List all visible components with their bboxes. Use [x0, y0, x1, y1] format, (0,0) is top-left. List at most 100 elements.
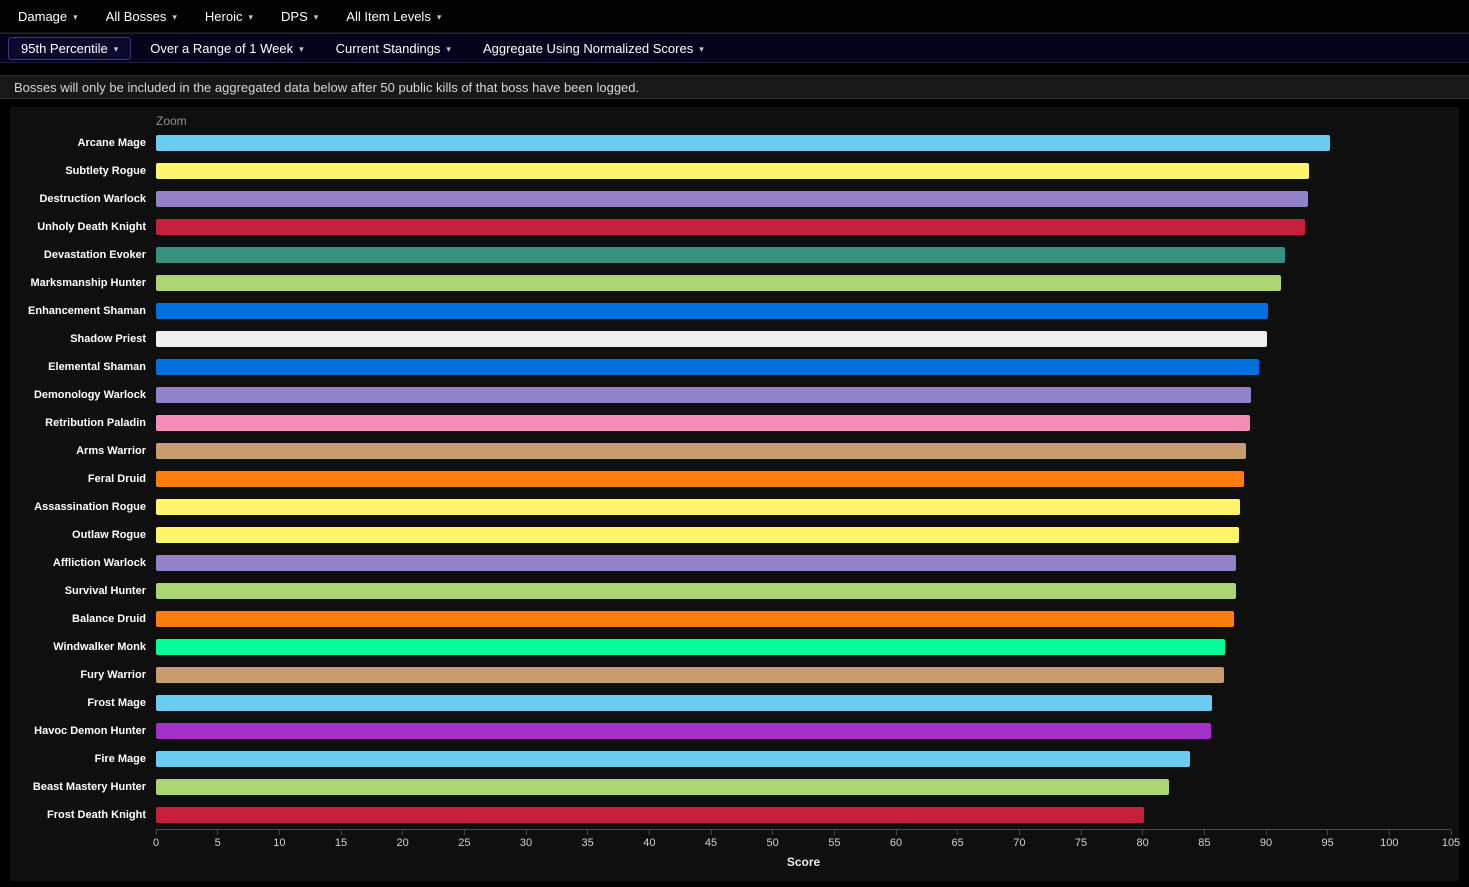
bar[interactable]	[156, 331, 1267, 347]
axis-tick: 65	[952, 830, 964, 849]
chart-row: Subtlety Rogue	[10, 157, 1459, 185]
bar[interactable]	[156, 779, 1169, 795]
tick-label: 5	[215, 837, 221, 849]
bar[interactable]	[156, 527, 1239, 543]
tick-mark	[1450, 830, 1451, 835]
tick-label: 85	[1198, 837, 1210, 849]
category-label: Frost Death Knight	[10, 809, 156, 821]
tick-mark	[464, 830, 465, 835]
tick-mark	[156, 830, 157, 835]
category-label: Survival Hunter	[10, 585, 156, 597]
bar-chart: Arcane MageSubtlety RogueDestruction War…	[10, 129, 1459, 829]
bar-track	[156, 163, 1451, 179]
menu-dps[interactable]: DPS▾	[267, 0, 332, 32]
bar[interactable]	[156, 275, 1281, 291]
tick-label: 15	[335, 837, 347, 849]
tick-mark	[526, 830, 527, 835]
category-label: Arms Warrior	[10, 445, 156, 457]
chart-row: Devastation Evoker	[10, 241, 1459, 269]
tick-mark	[772, 830, 773, 835]
category-label: Fire Mage	[10, 753, 156, 765]
caret-down-icon: ▾	[446, 43, 451, 54]
menu-all-item-levels-label: All Item Levels	[346, 9, 431, 24]
filter-aggregation-label: Aggregate Using Normalized Scores	[483, 41, 693, 56]
filter-time-range[interactable]: Over a Range of 1 Week▾	[137, 37, 316, 60]
filter-percentile[interactable]: 95th Percentile▾	[8, 37, 131, 60]
bar-track	[156, 779, 1451, 795]
axis-tick: 90	[1260, 830, 1272, 849]
caret-down-icon: ▾	[73, 11, 78, 22]
category-label: Outlaw Rogue	[10, 529, 156, 541]
chart-row: Balance Druid	[10, 605, 1459, 633]
bar[interactable]	[156, 303, 1268, 319]
filter-aggregation[interactable]: Aggregate Using Normalized Scores▾	[470, 37, 717, 60]
axis-tick: 25	[458, 830, 470, 849]
tick-label: 100	[1380, 837, 1398, 849]
category-label: Devastation Evoker	[10, 249, 156, 261]
tick-label: 65	[952, 837, 964, 849]
bar[interactable]	[156, 695, 1212, 711]
axis-tick: 80	[1137, 830, 1149, 849]
axis-spacer	[10, 855, 156, 869]
chart-row: Arms Warrior	[10, 437, 1459, 465]
tick-mark	[1142, 830, 1143, 835]
filter-standings[interactable]: Current Standings▾	[323, 37, 464, 60]
bar[interactable]	[156, 807, 1144, 823]
menu-all-bosses-label: All Bosses	[106, 9, 167, 24]
chart-row: Fire Mage	[10, 745, 1459, 773]
bar[interactable]	[156, 611, 1234, 627]
category-label: Balance Druid	[10, 613, 156, 625]
bar[interactable]	[156, 499, 1240, 515]
tick-mark	[711, 830, 712, 835]
tick-label: 40	[643, 837, 655, 849]
bar-track	[156, 723, 1451, 739]
axis-tick: 20	[397, 830, 409, 849]
bar-track	[156, 359, 1451, 375]
chart-row: Beast Mastery Hunter	[10, 773, 1459, 801]
bar[interactable]	[156, 359, 1259, 375]
category-label: Assassination Rogue	[10, 501, 156, 513]
menu-damage[interactable]: Damage ▾	[4, 0, 92, 32]
tick-mark	[279, 830, 280, 835]
tick-mark	[402, 830, 403, 835]
menu-damage-label: Damage	[18, 9, 67, 24]
bar[interactable]	[156, 219, 1305, 235]
notice-banner: Bosses will only be included in the aggr…	[0, 75, 1469, 99]
bar[interactable]	[156, 639, 1225, 655]
bar-track	[156, 527, 1451, 543]
bar[interactable]	[156, 415, 1250, 431]
axis-tick: 60	[890, 830, 902, 849]
menu-all-item-levels[interactable]: All Item Levels▾	[332, 0, 455, 32]
tick-label: 35	[582, 837, 594, 849]
bar-track	[156, 415, 1451, 431]
bar[interactable]	[156, 751, 1190, 767]
bar[interactable]	[156, 191, 1308, 207]
menu-all-bosses[interactable]: All Bosses▾	[92, 0, 191, 32]
axis-tick: 95	[1322, 830, 1334, 849]
axis-tick: 45	[705, 830, 717, 849]
tick-label: 105	[1442, 837, 1460, 849]
bar[interactable]	[156, 471, 1244, 487]
bar[interactable]	[156, 443, 1246, 459]
bar-track	[156, 191, 1451, 207]
bar[interactable]	[156, 583, 1236, 599]
category-label: Fury Warrior	[10, 669, 156, 681]
bar[interactable]	[156, 555, 1236, 571]
tick-label: 60	[890, 837, 902, 849]
bar[interactable]	[156, 135, 1330, 151]
axis-tick: 70	[1013, 830, 1025, 849]
bar[interactable]	[156, 723, 1211, 739]
bar[interactable]	[156, 667, 1224, 683]
filter-percentile-label: 95th Percentile	[21, 41, 108, 56]
bar[interactable]	[156, 247, 1285, 263]
x-axis-title-row: Score	[10, 855, 1459, 869]
category-label: Windwalker Monk	[10, 641, 156, 653]
bar[interactable]	[156, 163, 1309, 179]
tick-mark	[1204, 830, 1205, 835]
category-label: Unholy Death Knight	[10, 221, 156, 233]
category-label: Feral Druid	[10, 473, 156, 485]
bar[interactable]	[156, 387, 1251, 403]
tick-label: 0	[153, 837, 159, 849]
menu-heroic[interactable]: Heroic▾	[191, 0, 267, 32]
bar-track	[156, 471, 1451, 487]
